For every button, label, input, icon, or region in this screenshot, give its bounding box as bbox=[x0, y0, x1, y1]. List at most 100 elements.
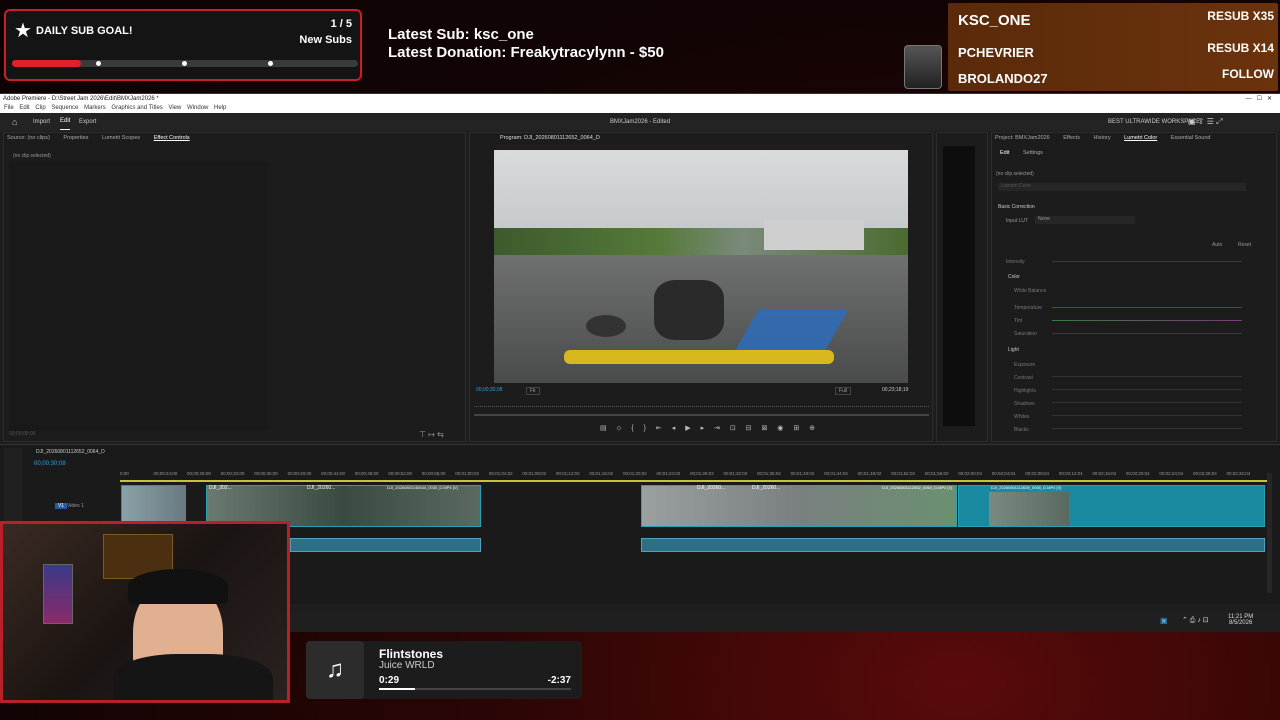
audio-meter-panel bbox=[936, 132, 988, 442]
tab-edit[interactable]: Edit bbox=[60, 113, 71, 130]
header-icons[interactable]: ▣ ⇪ ☰ ⤢ bbox=[1188, 113, 1223, 131]
ruler-tick-label: 00;01;00;02 bbox=[455, 471, 480, 476]
recent-row: PCHEVRIER RESUB X14 bbox=[958, 41, 1274, 65]
source-tabs: Source: (no clips) Properties Lumetri Sc… bbox=[7, 135, 202, 141]
menu-markers[interactable]: Markers bbox=[84, 105, 106, 111]
lumetri-dropdown[interactable]: Lumetri Color bbox=[998, 183, 1246, 191]
ruler-tick-label: 00;02;28;04 bbox=[1192, 471, 1217, 476]
menu-clip[interactable]: Clip bbox=[35, 105, 45, 111]
tray-icons[interactable]: ⌃ ⎙ ♪ ⊡ bbox=[1182, 616, 1209, 625]
goal-marker bbox=[96, 61, 101, 66]
transport-controls[interactable]: ▤ ⬦ { } ⇤ ◂ ▶ ▸ ⇥ ⊡ ⊟ ⊠ ◉ ⊞ ⊕ bbox=[600, 424, 819, 433]
recent-name: KSC_ONE bbox=[958, 12, 1031, 29]
ruler-tick-label: 00;00;56;00 bbox=[421, 471, 446, 476]
clip-label: DJI_202... bbox=[209, 485, 232, 491]
white-balance-label: White Balance bbox=[1014, 288, 1047, 294]
program-title: Program: DJI_20260801112652_0064_D bbox=[500, 135, 600, 141]
clip-label: DJI_20260801113639_0065_D.MP4 [V] bbox=[991, 485, 1062, 490]
clip-label: DJI_20260... bbox=[752, 485, 781, 491]
video-clip[interactable]: DJI_20260... DJI_20260... DJI_2026080111… bbox=[641, 485, 957, 527]
webcam-overlay bbox=[0, 521, 290, 703]
workspace-button[interactable]: BEST ULTRAWIDE WORKSPACE bbox=[1108, 113, 1200, 131]
ruler-tick-label: 00;00;52;00 bbox=[388, 471, 413, 476]
ruler-tick-label: 00;02;00;04 bbox=[958, 471, 983, 476]
light-header[interactable]: Light bbox=[1008, 347, 1019, 353]
tab-lumetri-color[interactable]: Lumetri Color bbox=[1124, 135, 1157, 141]
tab-lumetri-scopes[interactable]: Lumetri Scopes bbox=[102, 135, 140, 141]
saturation-label: Saturation bbox=[1014, 331, 1037, 337]
audio-clip[interactable] bbox=[290, 538, 481, 552]
whites-label: Whites bbox=[1014, 414, 1030, 420]
sub-goal-progress bbox=[12, 60, 82, 67]
work-area-bar[interactable] bbox=[120, 480, 1270, 482]
menu-help[interactable]: Help bbox=[214, 105, 226, 111]
ruler-tick-label: 00;01;32;02 bbox=[723, 471, 748, 476]
tint-label: Tint bbox=[1014, 318, 1023, 324]
home-icon[interactable]: ⌂ bbox=[12, 113, 17, 131]
program-video-frame[interactable] bbox=[494, 150, 908, 383]
ruler-tick-label: 00;02;20;04 bbox=[1125, 471, 1150, 476]
exposure-label: Exposure bbox=[1014, 362, 1036, 368]
program-ruler[interactable] bbox=[474, 401, 929, 407]
basic-correction-header[interactable]: Basic Correction bbox=[998, 204, 1035, 210]
tab-export[interactable]: Export bbox=[79, 113, 96, 131]
clock[interactable]: 11:21 PM 8/5/2026 bbox=[1228, 614, 1253, 626]
timeline-scrollbar[interactable] bbox=[1267, 473, 1272, 593]
tab-history[interactable]: History bbox=[1094, 135, 1111, 141]
song-artist: Juice WRLD bbox=[379, 660, 435, 671]
reset-button[interactable]: Reset bbox=[1238, 242, 1251, 248]
tab-lumetri-settings[interactable]: Settings bbox=[1023, 150, 1043, 156]
audio-clip[interactable] bbox=[641, 538, 1265, 552]
menu-view[interactable]: View bbox=[168, 105, 181, 111]
video-clip[interactable]: DJI_20260801113639_0065_D.MP4 [V] bbox=[958, 485, 1265, 527]
tab-lumetri-edit[interactable]: Edit bbox=[1000, 150, 1009, 156]
recent-value: FOLLOW bbox=[1222, 67, 1274, 81]
ruler-tick-label: 00;02;32;04 bbox=[1226, 471, 1251, 476]
tab-effects[interactable]: Effects bbox=[1063, 135, 1080, 141]
ruler-tick-label: 00;00;44;00 bbox=[321, 471, 345, 476]
tab-source[interactable]: Source: (no clips) bbox=[7, 135, 50, 141]
menu-edit[interactable]: Edit bbox=[19, 105, 29, 111]
recent-name: PCHEVRIER bbox=[958, 45, 1034, 60]
clip-thumbnail bbox=[989, 492, 1069, 526]
menu-file[interactable]: File bbox=[4, 105, 14, 111]
light-sliders[interactable] bbox=[1052, 364, 1242, 430]
sequence-timecode[interactable]: 00;00;30;08 bbox=[34, 461, 66, 467]
lumetri-panel: Project: BMXJam2026 Effects History Lume… bbox=[991, 132, 1277, 442]
ruler-tick-label: 00;00;32;00 bbox=[220, 471, 245, 476]
tab-essential-sound[interactable]: Essential Sound bbox=[1171, 135, 1211, 141]
header-bar: ⌂ Import Edit Export BMXJam2026 - Edited… bbox=[0, 113, 1280, 131]
tray-icon[interactable]: ▣ bbox=[1160, 616, 1168, 625]
tab-project[interactable]: Project: BMXJam2026 bbox=[995, 135, 1050, 141]
filter-icon[interactable]: ⊤ ↦ ⇆ bbox=[419, 430, 444, 439]
resolution-select[interactable]: Full bbox=[835, 387, 852, 395]
intensity-slider[interactable] bbox=[1052, 261, 1242, 262]
goal-marker bbox=[268, 61, 273, 66]
track-v1-toggle[interactable]: V1 bbox=[55, 503, 67, 509]
sequence-tab[interactable]: DJI_20260801112652_0064_D bbox=[36, 449, 105, 455]
tab-effect-controls[interactable]: Effect Controls bbox=[154, 135, 190, 141]
lumetri-no-clip: (no clip selected) bbox=[996, 171, 1034, 177]
tab-import[interactable]: Import bbox=[33, 113, 50, 131]
ruler-tick-label: 0;00 bbox=[120, 471, 129, 476]
music-note-icon: ♫ bbox=[306, 641, 364, 699]
menu-sequence[interactable]: Sequence bbox=[51, 105, 78, 111]
now-playing-widget: ♫ Flintstones Juice WRLD 0:29 -2:37 bbox=[306, 641, 582, 699]
temperature-slider[interactable] bbox=[1052, 307, 1242, 308]
menu-graphics[interactable]: Graphics and Titles bbox=[111, 105, 162, 111]
input-lut-select[interactable]: None bbox=[1035, 216, 1135, 224]
tint-slider[interactable] bbox=[1052, 320, 1242, 321]
program-timecode[interactable]: 00;00;30;08 bbox=[476, 387, 502, 393]
fit-select[interactable]: Fit bbox=[526, 387, 540, 395]
tab-properties[interactable]: Properties bbox=[63, 135, 88, 141]
latest-sub: Latest Sub: ksc_one bbox=[388, 26, 534, 43]
menu-window[interactable]: Window bbox=[187, 105, 208, 111]
color-header[interactable]: Color bbox=[1008, 274, 1020, 280]
program-scrubber[interactable] bbox=[474, 414, 929, 416]
glass-image bbox=[904, 45, 942, 89]
ruler-tick-label: 00;00;40;00 bbox=[287, 471, 312, 476]
ruler-tick-label: 00;02;08;04 bbox=[1025, 471, 1050, 476]
window-controls[interactable]: — ☐ ✕ bbox=[1246, 94, 1272, 104]
saturation-slider[interactable] bbox=[1052, 333, 1242, 334]
auto-button[interactable]: Auto bbox=[1212, 242, 1222, 248]
